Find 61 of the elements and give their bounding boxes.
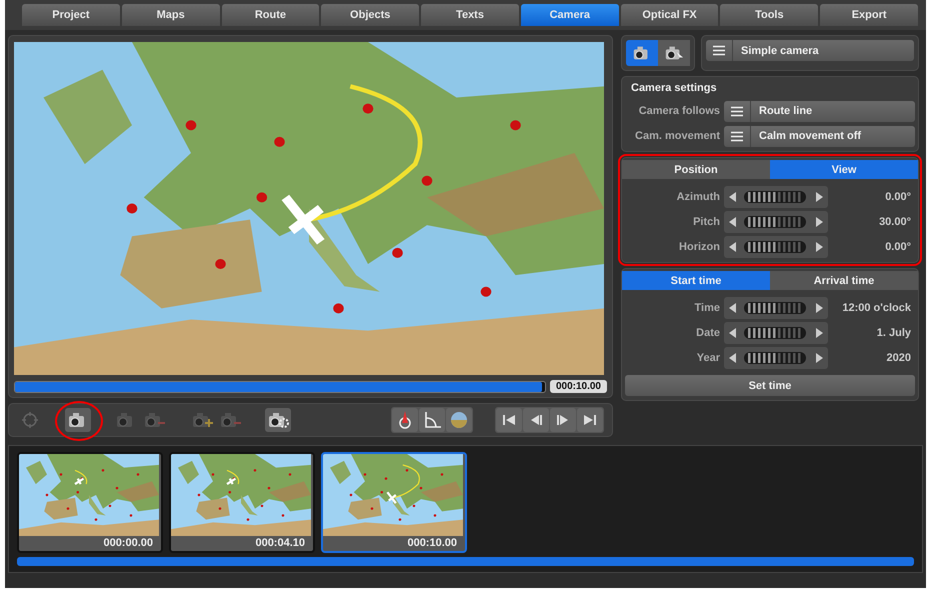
field-label: Azimuth (676, 191, 720, 203)
list-icon (713, 45, 725, 56)
globe-icon (449, 410, 469, 430)
toolbar-button[interactable] (265, 408, 291, 432)
skip-end-icon (582, 413, 598, 427)
value-reading: 12:00 o'clock (841, 302, 912, 314)
field-label: Cam. movement (634, 130, 720, 142)
spin-control[interactable] (724, 236, 828, 258)
value-reading: 0.00° (884, 191, 912, 203)
spin-control[interactable] (724, 322, 828, 344)
filmstrip-scrollbar[interactable] (17, 557, 914, 566)
spin-control[interactable] (724, 347, 828, 369)
spin-control[interactable] (724, 186, 828, 208)
tab[interactable]: Texts (421, 4, 519, 26)
time-display: 000:10.00 (550, 380, 607, 393)
field-label: Horizon (678, 241, 720, 253)
camera-pointer-icon (664, 44, 684, 62)
skip-start-icon (501, 413, 517, 427)
field-label: Pitch (692, 216, 720, 228)
tab[interactable]: Camera (520, 4, 619, 26)
field-label: Year (696, 352, 720, 364)
tab[interactable]: Objects (321, 4, 420, 26)
tab[interactable]: Route (222, 4, 320, 26)
spin-control[interactable] (724, 297, 828, 319)
toolbar-button[interactable] (65, 408, 91, 432)
list-icon (731, 130, 743, 142)
crosshair-icon (21, 411, 39, 429)
field-label: Camera follows (638, 105, 720, 117)
camera-mode-button[interactable] (658, 40, 690, 66)
keyframe-thumbnail[interactable]: 000:10.00 (321, 452, 467, 553)
tab[interactable]: View (770, 160, 918, 179)
tab[interactable]: Position (622, 160, 770, 179)
tab[interactable]: Maps (122, 4, 220, 26)
keyframe-thumbnail[interactable]: 000:00.00 (17, 452, 163, 553)
tab[interactable]: Tools (720, 4, 818, 26)
timeline-track[interactable] (14, 380, 546, 392)
value-reading: 1. July (876, 327, 912, 339)
camera-gear-icon (267, 411, 289, 429)
dropdown[interactable]: Route line (724, 100, 915, 122)
spin-control[interactable] (724, 211, 828, 233)
dropdown[interactable]: Calm movement off (724, 126, 915, 146)
camera-icon (143, 411, 165, 429)
field-label: Date (695, 327, 720, 339)
value-reading: 30.00° (878, 216, 912, 228)
field-label: Time (694, 302, 720, 314)
angle-icon (422, 410, 442, 430)
keyframe-thumbnail[interactable]: 000:04.10 (169, 452, 315, 553)
camera-mode-button[interactable] (626, 40, 658, 66)
camera-plus-icon (191, 411, 213, 429)
value-reading: 2020 (886, 352, 912, 364)
preset-dropdown[interactable]: Simple camera (706, 40, 914, 61)
tab[interactable]: Start time (622, 271, 770, 290)
tab[interactable]: Optical FX (620, 4, 718, 26)
tab[interactable]: Arrival time (770, 271, 918, 290)
tab[interactable]: Export (820, 4, 918, 26)
section-title: Camera settings (630, 81, 718, 96)
list-icon (731, 106, 743, 116)
tab[interactable]: Project (22, 4, 120, 26)
set-time-button[interactable]: Set time (625, 375, 915, 396)
camera-minus-icon (219, 411, 241, 429)
value-reading: 0.00° (884, 241, 912, 253)
